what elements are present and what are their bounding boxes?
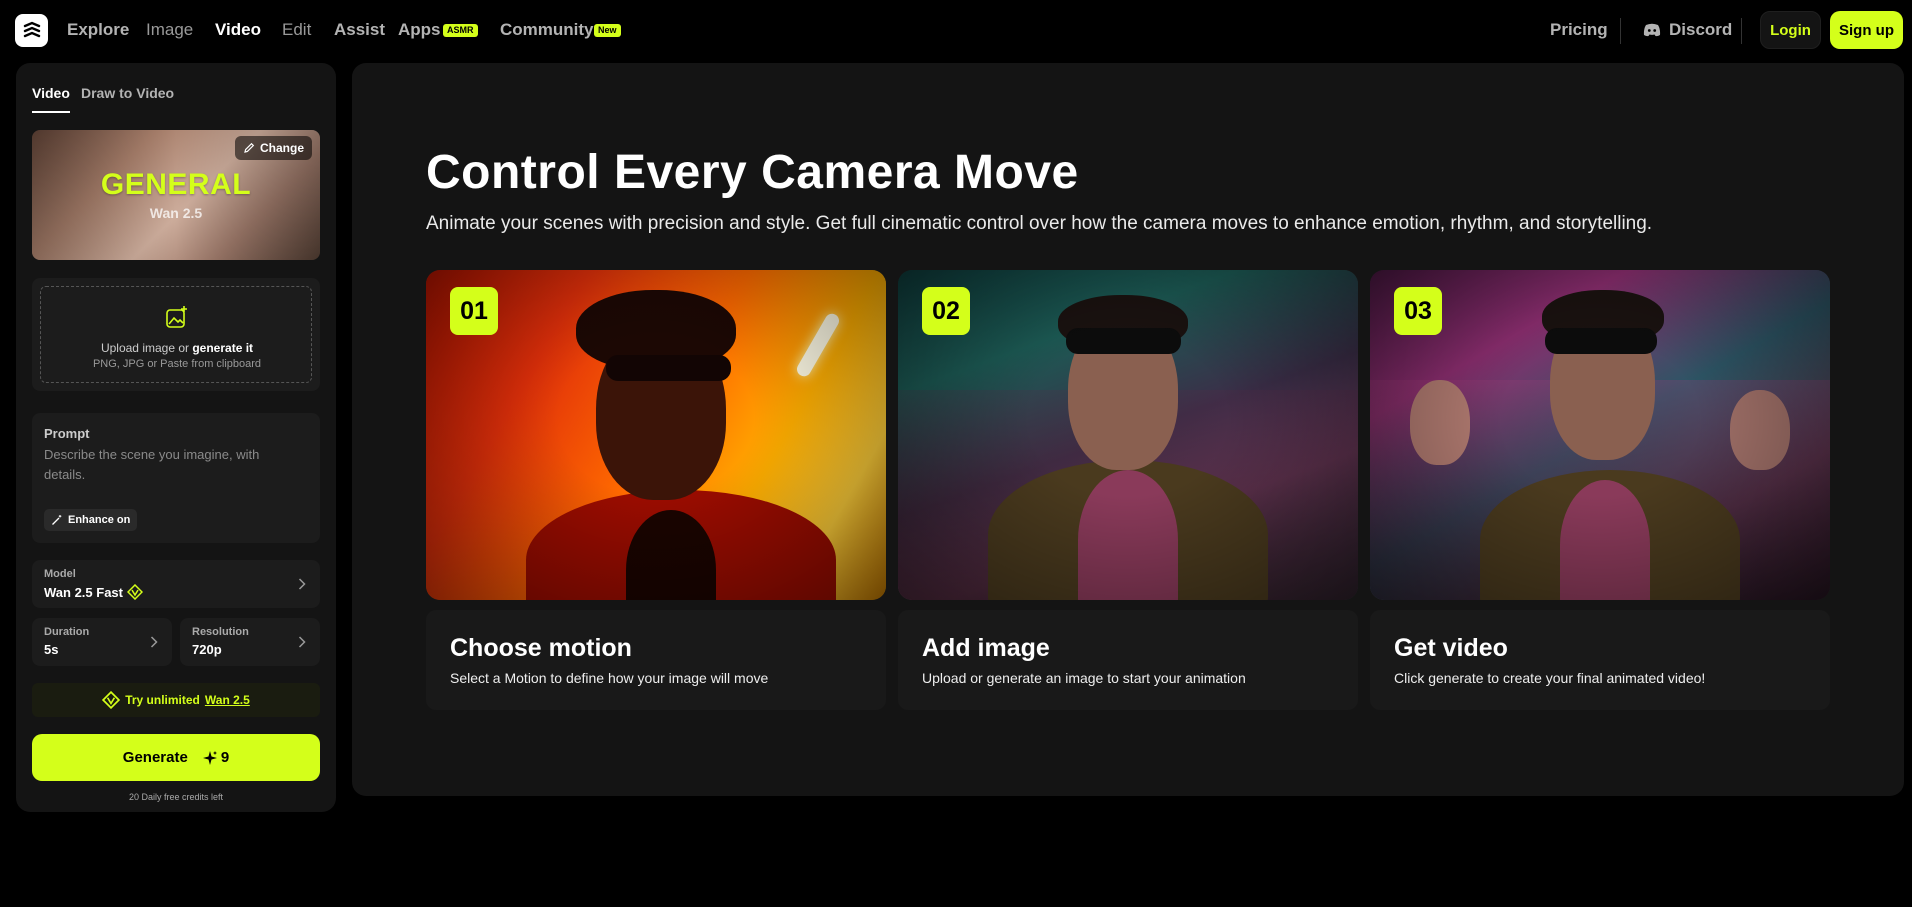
nav-video[interactable]: Video	[215, 20, 261, 40]
logo-icon[interactable]	[15, 14, 48, 47]
resolution-selector[interactable]: Resolution 720p	[180, 618, 320, 666]
model-selector[interactable]: Model Wan 2.5 Fast	[32, 560, 320, 608]
step-card-3: Get video Click generate to create your …	[1370, 610, 1830, 710]
model-preview-card[interactable]: GENERAL Wan 2.5 Change	[32, 130, 320, 260]
step-description: Click generate to create your final anim…	[1394, 670, 1706, 686]
top-nav: Explore Image Video Edit Assist Apps ASM…	[0, 0, 1912, 61]
main-content: Control Every Camera Move Animate your s…	[352, 63, 1904, 796]
duration-value: 5s	[44, 642, 59, 657]
preview-subtitle: Wan 2.5	[149, 205, 203, 221]
apps-badge: ASMR	[443, 24, 478, 37]
credit-cost: 9	[202, 749, 229, 766]
step-description: Upload or generate an image to start you…	[922, 670, 1246, 686]
step-card-1: Choose motion Select a Motion to define …	[426, 610, 886, 710]
signup-button[interactable]: Sign up	[1830, 11, 1903, 49]
page-subtitle: Animate your scenes with precision and s…	[426, 213, 1653, 234]
magic-wand-icon	[52, 515, 62, 525]
model-label: Model	[44, 568, 76, 580]
prompt-input[interactable]: Describe the scene you imagine, with det…	[44, 445, 294, 485]
step-description: Select a Motion to define how your image…	[450, 670, 769, 686]
tab-video[interactable]: Video	[32, 85, 70, 101]
chevron-right-icon	[298, 636, 306, 648]
tab-draw-to-video[interactable]: Draw to Video	[81, 85, 174, 101]
page-title: Control Every Camera Move	[426, 146, 1079, 199]
step-title: Choose motion	[450, 634, 632, 662]
discord-label: Discord	[1669, 20, 1733, 39]
discord-icon	[1643, 23, 1661, 37]
generate-it-link[interactable]: generate it	[192, 341, 253, 355]
resolution-value: 720p	[192, 642, 222, 657]
add-image-icon	[166, 306, 187, 328]
step-number-3: 03	[1394, 287, 1442, 335]
upload-formats: PNG, JPG or Paste from clipboard	[92, 358, 262, 370]
wan-logo-icon	[126, 584, 143, 600]
resolution-label: Resolution	[192, 626, 249, 638]
enhance-toggle[interactable]: Enhance on	[44, 509, 138, 531]
step-number-1: 01	[450, 287, 498, 335]
pencil-icon	[244, 142, 255, 153]
prompt-panel: Prompt Describe the scene you imagine, w…	[32, 413, 320, 543]
wan-logo-icon	[102, 691, 121, 709]
step-title: Get video	[1394, 634, 1508, 662]
daily-credits-text: 20 Daily free credits left	[128, 792, 224, 802]
nav-assist[interactable]: Assist	[334, 20, 385, 40]
step-image-2: 02	[898, 270, 1358, 600]
image-upload-panel: Upload image or generate it PNG, JPG or …	[32, 278, 320, 391]
nav-explore[interactable]: Explore	[67, 20, 129, 40]
nav-divider	[1741, 18, 1742, 44]
model-value: Wan 2.5 Fast	[44, 584, 143, 600]
community-badge: New	[594, 24, 621, 37]
step-card-2: Add image Upload or generate an image to…	[898, 610, 1358, 710]
image-dropzone[interactable]: Upload image or generate it PNG, JPG or …	[40, 286, 312, 383]
login-button[interactable]: Login	[1760, 11, 1821, 49]
prompt-label: Prompt	[44, 426, 90, 441]
generate-button[interactable]: Generate 9	[32, 734, 320, 781]
step-image-1: 01	[426, 270, 886, 600]
sparkle-icon	[202, 750, 217, 765]
change-model-button[interactable]: Change	[234, 136, 312, 160]
nav-image[interactable]: Image	[146, 20, 193, 40]
wan-link[interactable]: Wan 2.5	[205, 693, 250, 707]
step-image-3: 03	[1370, 270, 1830, 600]
nav-discord[interactable]: Discord	[1643, 20, 1732, 40]
nav-apps[interactable]: Apps	[398, 20, 441, 40]
duration-label: Duration	[44, 626, 90, 638]
active-tab-indicator	[32, 111, 70, 113]
step-number-2: 02	[922, 287, 970, 335]
generation-sidebar: Video Draw to Video GENERAL Wan 2.5 Chan…	[16, 63, 336, 812]
try-unlimited-banner[interactable]: Try unlimited Wan 2.5	[32, 683, 320, 717]
nav-divider	[1620, 18, 1621, 44]
upload-instruction: Upload image or generate it	[100, 341, 254, 355]
chevron-right-icon	[298, 578, 306, 590]
duration-selector[interactable]: Duration 5s	[32, 618, 172, 666]
step-title: Add image	[922, 634, 1050, 662]
preview-title: GENERAL	[100, 168, 252, 201]
nav-edit[interactable]: Edit	[282, 20, 311, 40]
nav-pricing[interactable]: Pricing	[1550, 20, 1608, 40]
chevron-right-icon	[150, 636, 158, 648]
nav-community[interactable]: Community	[500, 20, 594, 40]
